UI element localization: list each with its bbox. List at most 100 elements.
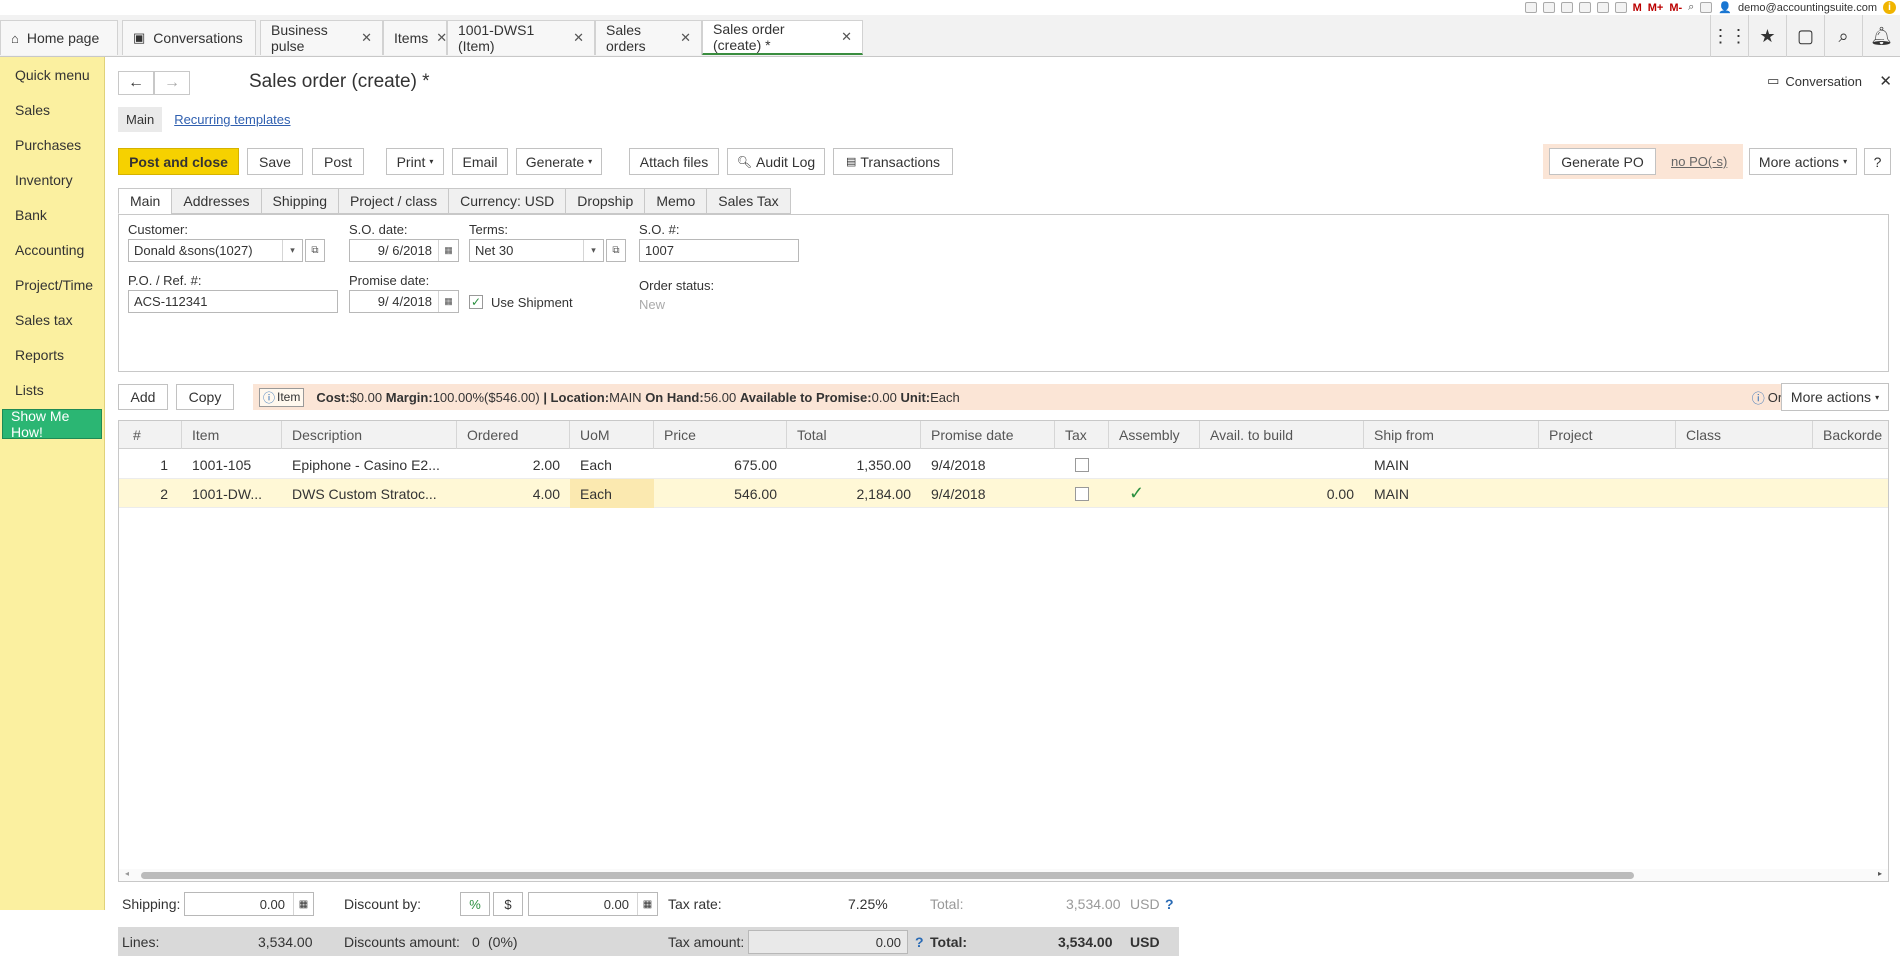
tab-home[interactable]: ⌂ Home page <box>0 20 118 55</box>
promise-date-field[interactable]: 9/ 4/2018 ▦ <box>349 290 459 313</box>
back-button[interactable]: ← <box>118 71 154 95</box>
cell-uom[interactable]: Each <box>570 479 654 508</box>
sidebar-item-sales-tax[interactable]: Sales tax <box>0 302 104 337</box>
close-icon[interactable]: ✕ <box>361 30 372 46</box>
scan-icon[interactable] <box>1560 2 1573 13</box>
save-icon[interactable] <box>1524 2 1537 13</box>
mail-icon[interactable] <box>1578 2 1591 13</box>
use-shipment-checkbox[interactable]: ✓ <box>469 295 483 309</box>
calendar-icon[interactable]: ▦ <box>438 240 458 261</box>
tab-sales-orders[interactable]: Sales orders ✕ <box>595 20 702 55</box>
close-icon[interactable]: ✕ <box>680 30 691 46</box>
discount-field[interactable]: 0.00 ▦ <box>528 892 658 916</box>
col-header-description[interactable]: Description <box>282 421 457 449</box>
col-header-ship-from[interactable]: Ship from <box>1364 421 1539 449</box>
copy-row-button[interactable]: Copy <box>176 384 234 410</box>
table-row[interactable]: 1 1001-105 Epiphone - Casino E2... 2.00 … <box>119 450 1888 479</box>
sidebar-item-quick-menu[interactable]: Quick menu <box>0 57 104 92</box>
tab-memo[interactable]: Memo <box>644 188 707 214</box>
m-minus-button[interactable]: M- <box>1669 2 1682 14</box>
print-icon[interactable] <box>1542 2 1555 13</box>
discount-dollar-toggle[interactable]: $ <box>493 892 523 916</box>
item-info-tag[interactable]: ⓘ Item <box>259 387 305 407</box>
m-button[interactable]: M <box>1633 2 1642 14</box>
cell-description[interactable]: DWS Custom Stratoc... <box>282 479 457 508</box>
open-customer-icon[interactable]: ⧉ <box>305 239 325 262</box>
cell-item[interactable]: 1001-DW... <box>182 479 282 508</box>
items-more-actions-button[interactable]: More actions ▾ <box>1781 383 1889 411</box>
shipping-field[interactable]: 0.00 ▦ <box>184 892 314 916</box>
generate-po-button[interactable]: Generate PO <box>1549 148 1656 175</box>
tab-business-pulse[interactable]: Business pulse ✕ <box>260 20 383 55</box>
col-header-project[interactable]: Project <box>1539 421 1676 449</box>
transactions-button[interactable]: ▤ Transactions <box>833 148 953 175</box>
attach-files-button[interactable]: Attach files <box>629 148 719 175</box>
print-button[interactable]: Print ▾ <box>386 148 444 175</box>
tab-item-detail[interactable]: 1001-DWS1 (Item) ✕ <box>447 20 595 55</box>
col-header-total[interactable]: Total <box>787 421 921 449</box>
tax-checkbox[interactable] <box>1075 457 1089 472</box>
info-icon[interactable]: i <box>1883 1 1896 14</box>
zoom-icon[interactable]: ⌕ <box>1688 1 1694 14</box>
spreadsheet-icon[interactable] <box>1596 2 1609 13</box>
history-icon[interactable]: ▢ <box>1786 15 1824 57</box>
cell-item[interactable]: 1001-105 <box>182 450 282 479</box>
chevron-down-icon[interactable]: ▾ <box>282 240 302 261</box>
customer-field[interactable]: Donald &sons(1027) ▾ <box>128 239 303 262</box>
conversation-button[interactable]: ▭ Conversation <box>1767 73 1862 89</box>
tab-sales-tax[interactable]: Sales Tax <box>706 188 791 214</box>
col-header-class[interactable]: Class <box>1676 421 1813 449</box>
cell-ordered[interactable]: 4.00 <box>457 479 570 508</box>
calculator-icon[interactable]: ▦ <box>637 893 657 915</box>
calendar-icon[interactable] <box>1614 2 1627 13</box>
subtab-recurring-templates[interactable]: Recurring templates <box>174 112 290 127</box>
tab-items[interactable]: Items ✕ <box>383 20 447 55</box>
po-ref-field[interactable]: ACS-112341 <box>128 290 338 313</box>
tax-help-icon[interactable]: ? <box>915 927 924 956</box>
generate-button[interactable]: Generate ▾ <box>516 148 602 175</box>
tab-project-class[interactable]: Project / class <box>338 188 449 214</box>
so-number-field[interactable]: 1007 <box>639 239 799 262</box>
bell-icon[interactable]: 🔔︎ <box>1862 15 1900 57</box>
discount-percent-toggle[interactable]: % <box>460 892 490 916</box>
cell-price[interactable]: 675.00 <box>654 450 787 479</box>
window-icon[interactable] <box>1700 2 1713 13</box>
show-me-how-button[interactable]: Show Me How! <box>2 408 102 440</box>
col-header-ordered[interactable]: Ordered <box>457 421 570 449</box>
cell-promise-date[interactable]: 9/4/2018 <box>921 479 1055 508</box>
cell-promise-date[interactable]: 9/4/2018 <box>921 450 1055 479</box>
close-icon[interactable]: ✕ <box>436 30 447 46</box>
cell-ordered[interactable]: 2.00 <box>457 450 570 479</box>
post-button[interactable]: Post <box>312 148 364 175</box>
tab-conversations[interactable]: ▣ Conversations <box>122 20 256 55</box>
close-icon[interactable]: ✕ <box>573 30 584 46</box>
save-button[interactable]: Save <box>247 148 303 175</box>
col-header-tax[interactable]: Tax <box>1055 421 1109 449</box>
open-terms-icon[interactable]: ⧉ <box>606 239 626 262</box>
email-button[interactable]: Email <box>452 148 508 175</box>
scrollbar-thumb[interactable] <box>141 872 1634 879</box>
so-date-field[interactable]: 9/ 6/2018 ▦ <box>349 239 459 262</box>
no-po-link[interactable]: no PO(-s) <box>1671 154 1727 169</box>
col-header-num[interactable]: # <box>119 421 182 449</box>
sidebar-item-purchases[interactable]: Purchases <box>0 127 104 162</box>
chevron-down-icon[interactable]: ▾ <box>583 240 603 261</box>
forward-button[interactable]: → <box>154 71 190 95</box>
post-and-close-button[interactable]: Post and close <box>118 148 239 175</box>
tab-shipping[interactable]: Shipping <box>260 188 339 214</box>
col-header-assembly[interactable]: Assembly <box>1109 421 1200 449</box>
m-plus-button[interactable]: M+ <box>1648 2 1664 14</box>
close-form-button[interactable]: ✕ <box>1879 72 1892 90</box>
sidebar-item-sales[interactable]: Sales <box>0 92 104 127</box>
col-header-backorder[interactable]: Backorde <box>1813 421 1888 449</box>
sidebar-item-reports[interactable]: Reports <box>0 337 104 372</box>
tab-sales-order-create[interactable]: Sales order (create) * ✕ <box>702 20 863 55</box>
star-icon[interactable]: ★ <box>1748 15 1786 57</box>
search-icon[interactable]: ⌕ <box>1824 15 1862 57</box>
tab-dropship[interactable]: Dropship <box>565 188 645 214</box>
col-header-promise-date[interactable]: Promise date <box>921 421 1055 449</box>
cell-ship-from[interactable]: MAIN <box>1364 450 1539 479</box>
col-header-avail-to-build[interactable]: Avail. to build <box>1200 421 1364 449</box>
cell-total[interactable]: 2,184.00 <box>787 479 921 508</box>
sidebar-item-bank[interactable]: Bank <box>0 197 104 232</box>
